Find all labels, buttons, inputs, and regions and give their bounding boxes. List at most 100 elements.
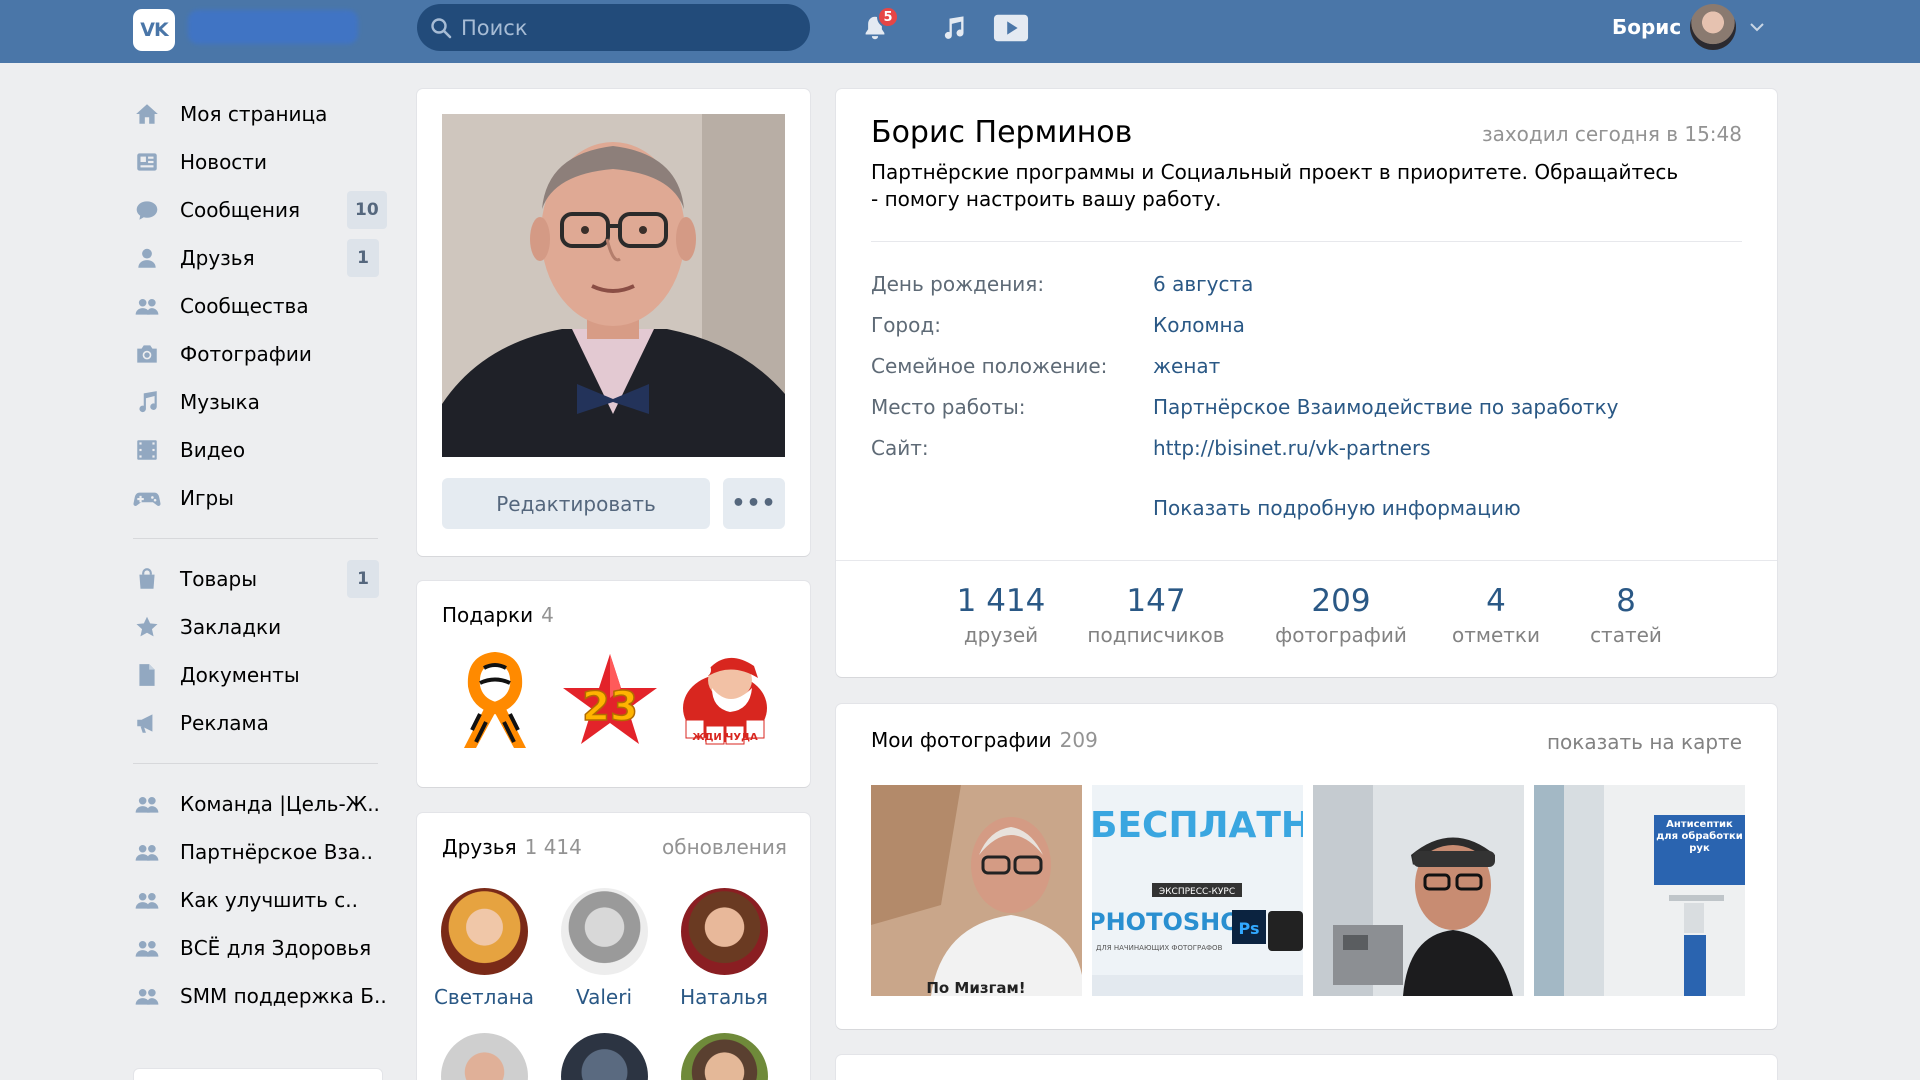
star-icon (133, 613, 161, 641)
friend-item[interactable]: Светлана (429, 888, 539, 1009)
gifts-title[interactable]: Подарки 4 (442, 603, 554, 627)
friends-icon (133, 244, 161, 272)
nav-item-label: Новости (180, 150, 267, 174)
gifts-count: 4 (541, 603, 554, 627)
header-user-name[interactable]: Борис (1612, 15, 1681, 39)
info-value-link[interactable]: женат (1153, 354, 1220, 378)
nav-count-badge: 1 (347, 239, 379, 277)
gift-ribbon[interactable] (442, 648, 548, 754)
gift-23-text: 23 (582, 684, 638, 730)
profile-photo[interactable] (442, 114, 785, 457)
friend-name: Valeri (575, 985, 633, 1009)
friend-item[interactable]: Наталья (669, 888, 779, 1009)
nav-item-video[interactable]: Видео (133, 426, 393, 474)
friend-item[interactable]: Valeri (549, 888, 659, 1009)
nav-item-music[interactable]: Музыка (133, 378, 393, 426)
nav-item-label: Музыка (180, 390, 260, 414)
friend-avatar (560, 888, 648, 975)
friends-updates-link[interactable]: обновления (662, 835, 787, 859)
nav-item-label: Документы (180, 663, 300, 687)
groups-icon (133, 292, 161, 320)
nav-group-item[interactable]: Партнёрское Вза.. (133, 828, 393, 876)
nav-item-label: Закладки (180, 615, 282, 639)
counter-label: друзей (963, 623, 1039, 647)
counter-number: 4 (1486, 583, 1506, 619)
info-value-link[interactable]: Коломна (1153, 313, 1245, 337)
wall-card (836, 1055, 1777, 1080)
profile-name: Борис Перминов (871, 115, 1133, 150)
nav-item-goods[interactable]: Товары 1 (133, 555, 393, 603)
nav-item-news[interactable]: Новости (133, 138, 393, 186)
gift-santa[interactable]: ЖДИ ЧУДА (672, 648, 778, 754)
photos-title[interactable]: Мои фотографии 209 (871, 728, 1098, 752)
photo-thumb[interactable]: Антисептик для обработки рук (1534, 785, 1745, 996)
info-value-link[interactable]: 6 августа (1153, 272, 1253, 296)
nav-item-friends[interactable]: Друзья 1 (133, 234, 393, 282)
notifications-button[interactable]: 5 (857, 6, 899, 46)
nav-item-groups[interactable]: Сообщества (133, 282, 393, 330)
friend-item[interactable] (549, 1033, 659, 1080)
vk-logo[interactable]: VK (133, 9, 175, 51)
search-input[interactable] (461, 15, 791, 40)
nav-item-ads[interactable]: Реклама (133, 699, 393, 747)
video-icon (993, 14, 1029, 42)
nav-count-badge: 10 (347, 191, 387, 229)
info-value-link[interactable]: Партнёрское Взаимодействие по заработку (1153, 395, 1619, 419)
counter-friends[interactable]: 1 414 друзей (941, 583, 1061, 647)
nav-item-label: Видео (180, 438, 246, 462)
nav-item-label: Команда |Цель-Ж.. (180, 792, 380, 816)
photo-selfie-sofa: По Мизгам! (871, 785, 1082, 996)
nav-item-documents[interactable]: Документы (133, 651, 393, 699)
counter-followers[interactable]: 147 подписчиков (1081, 583, 1231, 647)
nav-item-label: Игры (180, 486, 234, 510)
friend-item[interactable] (669, 1033, 779, 1080)
photo-thumb[interactable] (1313, 785, 1524, 996)
groups-icon (133, 838, 161, 866)
info-value-link[interactable]: http://bisinet.ru/vk-partners (1153, 436, 1431, 460)
friends-card: Друзья 1 414 обновления Светлана Valeri Н… (417, 813, 810, 1080)
counter-articles[interactable]: 8 статей (1576, 583, 1676, 647)
friend-item[interactable] (429, 1033, 539, 1080)
counter-tags[interactable]: 4 отметки (1436, 583, 1556, 647)
nav-group-item[interactable]: SMM поддержка Б.. (133, 972, 393, 1020)
music-button[interactable] (935, 10, 971, 46)
counter-number: 8 (1616, 583, 1636, 619)
profile-info-card: Борис Перминов заходил сегодня в 15:48 П… (836, 89, 1777, 677)
nav-item-games[interactable]: Игры (133, 474, 393, 522)
gifts-title-text: Подарки (442, 603, 534, 627)
top-bar: VK 5 Борис (0, 0, 1920, 63)
profile-status[interactable]: Партнёрские программы и Социальный проек… (871, 159, 1691, 213)
online-status: заходил сегодня в 15:48 (1481, 122, 1742, 146)
photo-thumb[interactable]: БЕСПЛАТНО ЭКСПРЕСС-КУРС PHOTOSHOP Ps ДЛЯ… (1092, 785, 1303, 996)
nav-item-label: Партнёрское Вза.. (180, 840, 374, 864)
counter-photos[interactable]: 209 фотографий (1266, 583, 1416, 647)
counter-label: фотографий (1275, 623, 1407, 647)
nav-group-item[interactable]: ВСЁ для Здоровья (133, 924, 393, 972)
counter-label: подписчиков (1087, 623, 1225, 647)
nav-item-messages[interactable]: Сообщения 10 (133, 186, 393, 234)
photo2-title: БЕСПЛАТНО (1092, 805, 1303, 846)
news-icon (133, 148, 161, 176)
photo-thumb[interactable]: По Мизгам! (871, 785, 1082, 996)
more-actions-button[interactable]: ••• (723, 478, 785, 529)
nav-item-photos[interactable]: Фотографии (133, 330, 393, 378)
friends-count: 1 414 (524, 835, 582, 859)
nav-group-item[interactable]: Как улучшить с.. (133, 876, 393, 924)
nav-item-bookmarks[interactable]: Закладки (133, 603, 393, 651)
nav-item-label: Как улучшить с.. (180, 888, 358, 912)
header-avatar[interactable] (1690, 4, 1736, 50)
gift-23-star[interactable]: 23 (557, 648, 663, 754)
edit-profile-button[interactable]: Редактировать (442, 478, 710, 529)
nav-divider (133, 763, 378, 764)
chevron-down-icon[interactable] (1748, 18, 1766, 36)
blurred-area (188, 10, 358, 44)
profile-photo-card: Редактировать ••• (417, 89, 810, 556)
show-on-map-link[interactable]: показать на карте (1547, 730, 1742, 754)
friends-title[interactable]: Друзья 1 414 (442, 835, 582, 859)
photos-title-text: Мои фотографии (871, 728, 1052, 752)
show-more-info-link[interactable]: Показать подробную информацию (1153, 496, 1521, 520)
nav-group-item[interactable]: Команда |Цель-Ж.. (133, 780, 393, 828)
search-box[interactable] (417, 4, 810, 51)
video-button[interactable] (993, 10, 1029, 46)
nav-item-my-page[interactable]: Моя страница (133, 90, 393, 138)
